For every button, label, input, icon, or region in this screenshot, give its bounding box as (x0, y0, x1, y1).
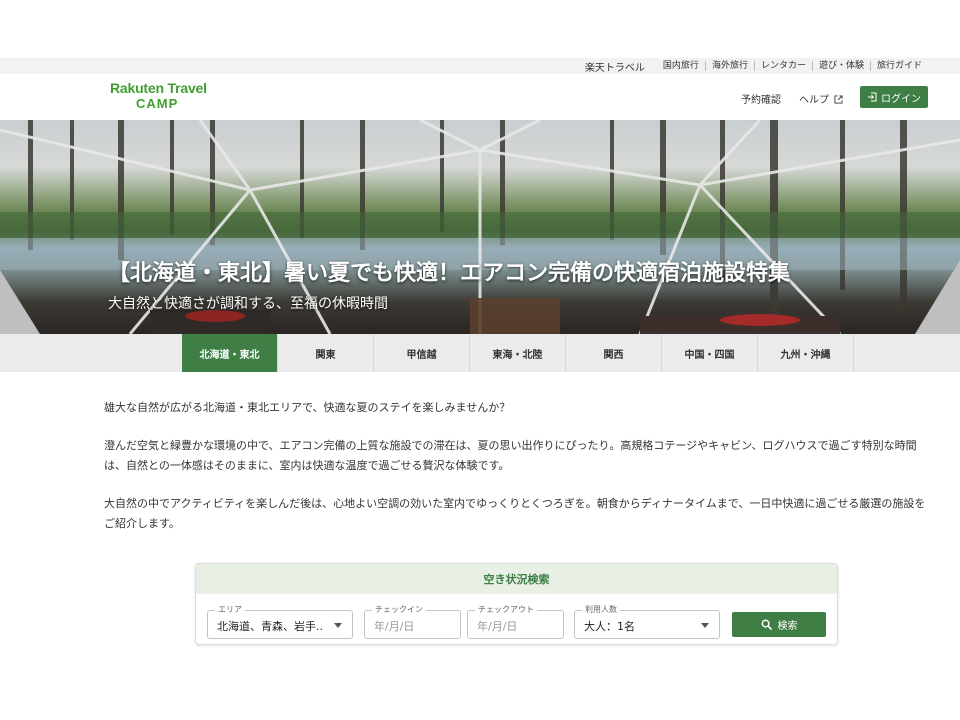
checkin-label: チェックイン (372, 605, 426, 615)
util-link-activities[interactable]: 遊び・体験 (811, 61, 870, 71)
chevron-down-icon (334, 623, 342, 628)
util-link-guide[interactable]: 旅行ガイド (869, 61, 928, 71)
top-margin (0, 0, 960, 58)
util-brand-link[interactable]: 楽天トラベル (585, 59, 645, 74)
region-tabs: 北海道・東北 関東 甲信越 東海・北陸 関西 中国・四国 九州・沖縄 (182, 334, 854, 372)
hero-subtitle: 大自然と快適さが調和する、至福の休暇時間 (108, 296, 388, 312)
region-tabs-bar: 北海道・東北 関東 甲信越 東海・北陸 関西 中国・四国 九州・沖縄 (0, 334, 960, 372)
checkin-placeholder: 年/月/日 (374, 620, 415, 633)
intro-paragraph-2: 澄んだ空気と緑豊かな環境の中で、エアコン完備の上質な施設での滞在は、夏の思い出作… (104, 439, 917, 472)
site-header: Rakuten Travel CAMP 予約確認 ヘルプ ログイン (0, 74, 960, 120)
search-heading: 空き状況検索 (196, 564, 837, 594)
tab-koshinetsu[interactable]: 甲信越 (374, 334, 470, 372)
login-button[interactable]: ログイン (860, 86, 928, 108)
help-link[interactable]: ヘルプ (799, 91, 843, 106)
tab-kyushu-okinawa[interactable]: 九州・沖縄 (758, 334, 854, 372)
hero-banner: 【北海道・東北】暑い夏でも快適！エアコン完備の快適宿泊施設特集 大自然と快適さが… (0, 120, 960, 334)
utility-bar: 楽天トラベル 国内旅行 海外旅行 レンタカー 遊び・体験 旅行ガイド (0, 58, 960, 74)
intro-content: 雄大な自然が広がる北海道・東北エリアで、快適な夏のステイを楽しみませんか？ 澄ん… (104, 398, 930, 552)
checkin-date-field[interactable]: チェックイン 年/月/日 (364, 605, 461, 639)
util-link-rentacar[interactable]: レンタカー (753, 61, 812, 71)
tab-kansai[interactable]: 関西 (566, 334, 662, 372)
login-label: ログイン (881, 93, 921, 105)
tab-hokkaido-tohoku[interactable]: 北海道・東北 (182, 334, 278, 372)
availability-search: 空き状況検索 エリア 北海道、青森、岩手.. チェックイン 年/月/日 チェック… (195, 563, 838, 645)
chevron-down-icon (701, 623, 709, 628)
external-link-icon (834, 95, 843, 104)
util-link-overseas[interactable]: 海外旅行 (704, 61, 754, 71)
search-icon (761, 619, 772, 630)
login-icon (868, 92, 877, 102)
util-link-domestic[interactable]: 国内旅行 (657, 61, 705, 71)
area-value: 北海道、青森、岩手.. (217, 620, 323, 633)
tab-tokai-hokuriku[interactable]: 東海・北陸 (470, 334, 566, 372)
checkout-date-field[interactable]: チェックアウト 年/月/日 (467, 605, 564, 639)
area-select[interactable]: エリア 北海道、青森、岩手.. (207, 605, 353, 639)
logo-line2: CAMP (136, 96, 179, 111)
help-label: ヘルプ (799, 95, 829, 106)
logo-line1: Rakuten Travel (110, 80, 207, 96)
guests-value: 大人：1名 (584, 620, 635, 633)
tab-chugoku-shikoku[interactable]: 中国・四国 (662, 334, 758, 372)
guests-label: 利用人数 (582, 605, 620, 615)
tab-kanto[interactable]: 関東 (278, 334, 374, 372)
checkout-placeholder: 年/月/日 (477, 620, 518, 633)
search-button[interactable]: 検索 (732, 612, 826, 637)
hero-title: 【北海道・東北】暑い夏でも快適！エアコン完備の快適宿泊施設特集 (108, 261, 791, 286)
checkout-label: チェックアウト (475, 605, 537, 615)
logo[interactable]: Rakuten Travel CAMP (110, 80, 207, 111)
intro-paragraph-3: 大自然の中でアクティビティを楽しんだ後は、心地よい空調の効いた室内でゆっくりとく… (104, 497, 926, 530)
intro-paragraph-1: 雄大な自然が広がる北海道・東北エリアで、快適な夏のステイを楽しみませんか？ (104, 401, 511, 414)
search-button-label: 検索 (777, 621, 798, 632)
utility-links: 楽天トラベル 国内旅行 海外旅行 レンタカー 遊び・体験 旅行ガイド (585, 58, 928, 74)
area-label: エリア (215, 605, 245, 615)
reservation-check-link[interactable]: 予約確認 (741, 91, 781, 106)
guests-select[interactable]: 利用人数 大人：1名 (574, 605, 720, 639)
